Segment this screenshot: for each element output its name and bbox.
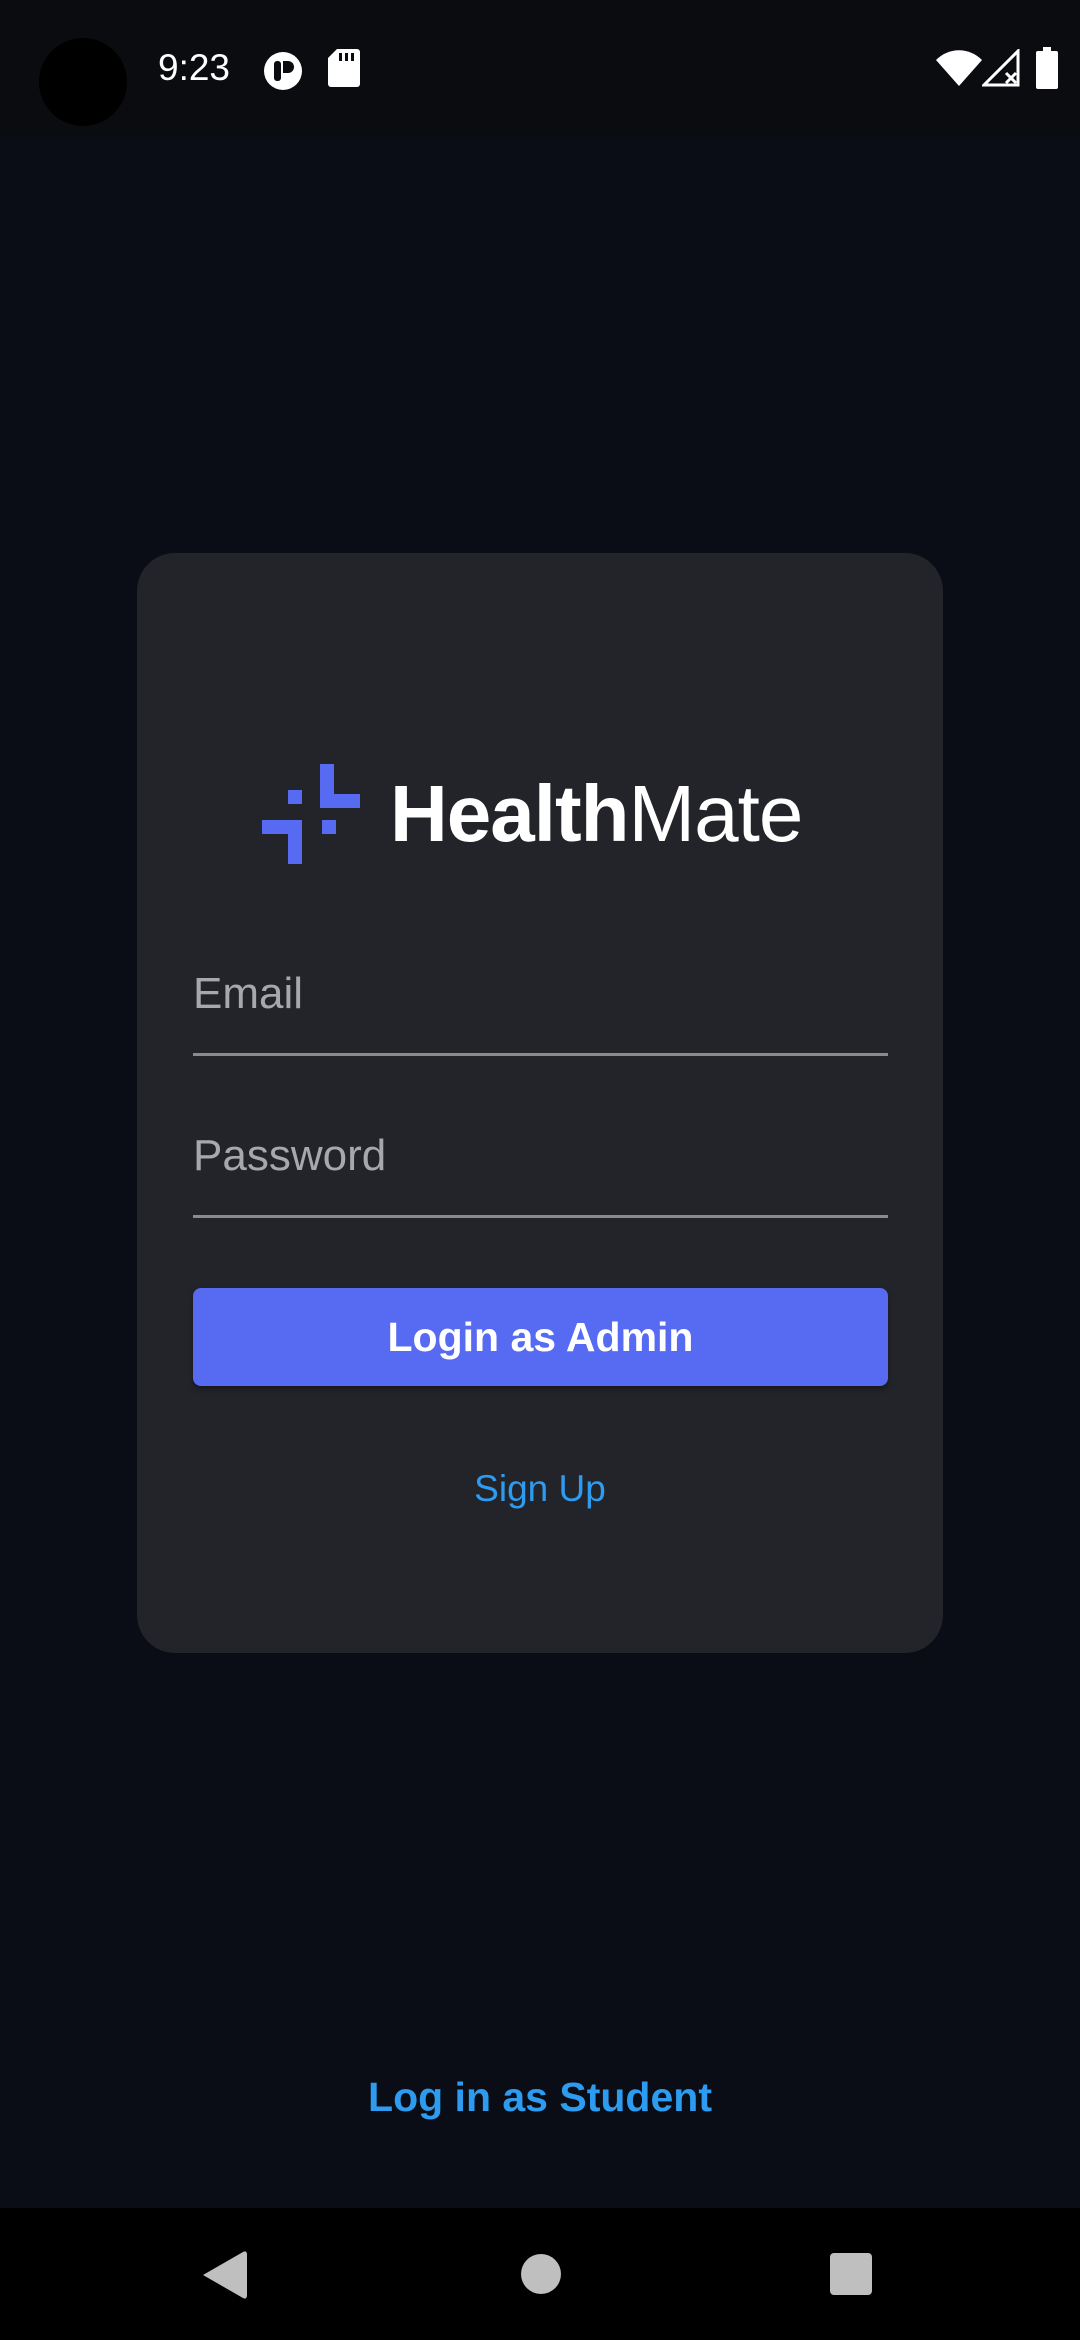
sd-card-icon (328, 49, 360, 87)
recents-icon[interactable] (830, 2253, 872, 2295)
login-as-admin-button[interactable]: Login as Admin (193, 1288, 888, 1386)
login-as-admin-label: Login as Admin (387, 1313, 694, 1360)
camera-cutout (39, 38, 127, 126)
app-notification-icon (264, 52, 302, 90)
app-logo: HealthMate (262, 764, 804, 864)
login-screen: 9:23 HealthMate Email Password Login as … (0, 0, 1080, 2340)
app-name-light: Mate (628, 769, 804, 858)
sign-up-link[interactable]: Sign Up (393, 1462, 687, 1516)
app-name: HealthMate (390, 764, 804, 864)
wifi-icon (936, 50, 982, 86)
back-icon[interactable] (203, 2250, 247, 2300)
app-name-bold: Health (390, 769, 629, 858)
status-bar: 9:23 (0, 0, 1080, 136)
status-time: 9:23 (158, 47, 231, 88)
login-as-student-link[interactable]: Log in as Student (290, 2067, 790, 2127)
home-icon[interactable] (520, 2253, 562, 2295)
email-placeholder: Email (193, 969, 304, 1018)
health-cross-logo-icon (262, 764, 360, 864)
password-placeholder: Password (193, 1131, 387, 1180)
battery-icon (1036, 47, 1058, 89)
password-field[interactable]: Password (193, 1097, 888, 1218)
email-field[interactable]: Email (193, 935, 888, 1056)
cellular-signal-no-service-icon (982, 49, 1020, 87)
